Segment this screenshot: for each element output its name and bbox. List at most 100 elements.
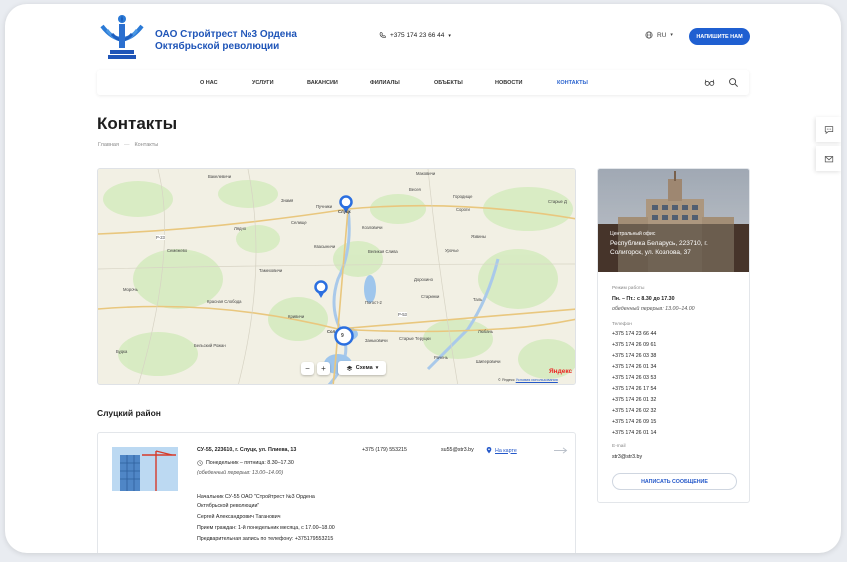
breadcrumb: Главная — Контакты	[98, 142, 158, 148]
map-place: Погост-2	[365, 300, 382, 305]
office-phone[interactable]: +375 174 26 03 53	[612, 375, 656, 381]
header-phone[interactable]: +375 174 23 66 44 ▾	[379, 32, 451, 39]
branch-card: СУ-55, 223610, г. Слуцк, ул. Плиева, 13 …	[97, 432, 576, 553]
map-place: Рачень	[434, 355, 448, 360]
office-phone[interactable]: +375 174 23 66 44	[612, 331, 656, 337]
map-place: Красная Слобода	[207, 299, 242, 304]
hours-label: Режим работы	[612, 286, 645, 291]
map-place: Будка	[116, 349, 128, 354]
office-address: Республика Беларусь, 223710, г. Солигорс…	[610, 240, 708, 256]
office-label: Центральный офис	[610, 231, 656, 237]
map-terms-link[interactable]: Условия использования	[516, 378, 558, 382]
chat-icon	[824, 125, 833, 134]
zoom-out-button[interactable]: −	[301, 362, 314, 375]
nav-item-vacancies[interactable]: ВАКАНСИИ	[307, 80, 338, 86]
contacts-map[interactable]: Вакелевичи Знамя Пучники Слуцк Весея Мак…	[97, 168, 576, 385]
side-chat-button[interactable]	[816, 117, 841, 142]
branch-email[interactable]: su55@str3.by	[441, 447, 474, 453]
language-label: RU	[657, 31, 667, 39]
branch-phone[interactable]: +375 (179) 553215	[362, 447, 407, 453]
language-selector[interactable]: RU ▾	[645, 31, 673, 39]
map-place: Сол	[327, 329, 336, 334]
map-place: Городище	[453, 194, 473, 199]
branch-map-link[interactable]: На карте	[486, 447, 517, 454]
nav-item-contacts[interactable]: КОНТАКТЫ	[557, 80, 588, 86]
nav-item-branches[interactable]: ФИЛИАЛЫ	[370, 80, 400, 86]
page-title: Контакты	[97, 114, 178, 133]
branch-lunch: (обеденный перерыв: 13.00–14.00)	[197, 470, 284, 476]
send-message-button[interactable]: НАПИСАТЬ СООБЩЕНИЕ	[612, 473, 737, 490]
company-name[interactable]: ОАО Стройтрест №3 Ордена Октябрьской рев…	[155, 29, 315, 53]
map-place: Великая Слива	[368, 249, 398, 254]
map-place: Тамеховичи	[259, 268, 283, 273]
map-layer-button[interactable]: Схема ▾	[338, 361, 386, 375]
map-place: Весея	[409, 187, 421, 192]
breadcrumb-home[interactable]: Главная	[98, 142, 119, 148]
office-email[interactable]: str3@str3.by	[612, 454, 642, 460]
branch-photo	[112, 447, 178, 491]
map-place: Слуцк	[338, 209, 351, 214]
road-label: Р-53	[398, 312, 407, 317]
map-place: Знамя	[281, 198, 294, 203]
search-icon[interactable]	[728, 77, 739, 88]
office-phone[interactable]: +375 174 26 09 15	[612, 419, 656, 425]
layers-icon	[346, 365, 353, 371]
map-copyright: © Яндекс Условия использования	[498, 378, 558, 382]
nav-item-about[interactable]: О НАС	[200, 80, 218, 86]
map-place: Лядно	[234, 226, 247, 231]
office-phone[interactable]: +375 174 26 09 61	[612, 342, 656, 348]
arrow-right-icon[interactable]	[554, 447, 568, 454]
office-lunch: обеденный перерыв: 13.00–14.00	[612, 306, 695, 312]
site-header: ОАО Стройтрест №3 Ордена Октябрьской рев…	[5, 4, 841, 66]
map-place: Маковичи	[416, 171, 436, 176]
branch-appointment: Предварительная запись по телефону: +375…	[197, 536, 334, 542]
chevron-down-icon: ▾	[448, 32, 451, 39]
map-place: Семежево	[167, 248, 188, 253]
glasses-icon[interactable]	[704, 77, 715, 88]
office-phone[interactable]: +375 174 26 01 34	[612, 364, 656, 370]
map-place: Квасыничи	[314, 244, 336, 249]
office-phone[interactable]: +375 174 26 01 14	[612, 430, 656, 436]
map-place: Язвины	[471, 234, 486, 239]
map-place: Старинки	[421, 294, 440, 299]
section-title: Слуцкий район	[97, 408, 161, 418]
map-place: Козловичи	[362, 225, 383, 230]
office-hours: Пн. – Пт.: с 8.30 до 17.30	[612, 296, 675, 302]
map-layer-label: Схема	[355, 365, 373, 371]
map-place: Старые Теруцки	[399, 336, 431, 341]
map-background	[98, 169, 575, 384]
branch-reception: Прием граждан: 1-й понедельник месяца, с…	[197, 525, 335, 531]
nav-item-objects[interactable]: ОБЪЕКТЫ	[434, 80, 463, 86]
map-place: Селище	[291, 220, 307, 225]
breadcrumb-separator: —	[123, 142, 130, 148]
phone-icon	[379, 32, 386, 39]
email-label: E-mail	[612, 444, 626, 449]
map-place: Дорохино	[414, 277, 433, 282]
side-mail-button[interactable]	[816, 146, 841, 171]
branch-head-name: Сергей Александрович Таганович	[197, 514, 281, 520]
breadcrumb-current: Контакты	[134, 142, 159, 148]
zoom-in-button[interactable]: +	[317, 362, 330, 375]
map-place: Вакелевичи	[208, 174, 232, 179]
header-phone-number: +375 174 23 66 44	[390, 32, 445, 39]
nav-item-news[interactable]: НОВОСТИ	[495, 80, 523, 86]
phone-label: Телефон	[612, 322, 632, 327]
office-phone[interactable]: +375 174 26 01 32	[612, 397, 656, 403]
office-phone[interactable]: +375 174 26 17 54	[612, 386, 656, 392]
map-place: Урочье	[445, 248, 459, 253]
map-copyright-text: © Яндекс	[498, 378, 515, 382]
map-place: Таль	[473, 297, 483, 302]
map-place: Любань	[478, 329, 494, 334]
write-us-button[interactable]: НАПИШИТЕ НАМ	[689, 28, 750, 45]
cluster-count[interactable]: 9	[341, 333, 344, 339]
nav-item-services[interactable]: УСЛУГИ	[252, 80, 274, 86]
map-place: Бельский Рожан	[194, 343, 226, 348]
main-nav: О НАС УСЛУГИ ВАКАНСИИ ФИЛИАЛЫ ОБЪЕКТЫ НО…	[97, 70, 749, 95]
browser-frame: ОАО Стройтрест №3 Ордена Октябрьской рев…	[5, 4, 841, 553]
company-logo[interactable]	[98, 12, 146, 62]
map-provider-logo[interactable]: Яндекс	[549, 368, 572, 375]
map-place: Старые Д	[548, 199, 567, 204]
clock-icon	[197, 460, 203, 466]
office-phone[interactable]: +375 174 26 03 38	[612, 353, 656, 359]
office-phone[interactable]: +375 174 26 02 32	[612, 408, 656, 414]
